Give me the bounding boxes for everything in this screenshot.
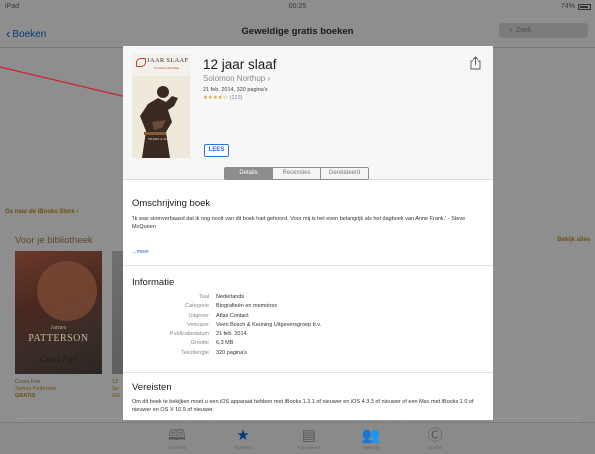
cover-author: Solomon Northup [154, 66, 180, 70]
info-row: Categorie Biografieën en memoires [123, 302, 323, 311]
tab-details[interactable]: Details [225, 168, 273, 179]
info-label: Verkoper [186, 321, 209, 328]
info-row: Verkoper Veen Bosch & Keuning Uitgeversgr… [123, 321, 323, 330]
share-icon[interactable] [470, 56, 481, 70]
info-value: 21 feb. 2014 [216, 331, 247, 338]
info-row: Taal Nederlands [123, 293, 323, 302]
info-row: Uitgever Atlas Contact [123, 312, 323, 321]
info-value: 320 pagina's [216, 349, 248, 356]
info-row: Tekstlengte 320 pagina's [123, 349, 323, 358]
cover-title: JAAR SLAAF [147, 57, 189, 64]
requirements-text: Om dit boek te bekijken moet u een iOS a… [132, 399, 474, 413]
description-text: 'Ik was stomverbaasd dat ik nog nooit va… [132, 216, 466, 230]
tab-related[interactable]: Gerelateerd [321, 168, 368, 179]
book-title: 12 jaar slaaf [203, 57, 277, 72]
divider [123, 372, 493, 373]
publisher-logo-icon [136, 58, 146, 67]
info-label: Categorie [185, 303, 209, 310]
more-link[interactable]: ...meer [132, 249, 149, 255]
info-value: Atlas Contact [216, 312, 249, 319]
book-detail-modal: JAAR SLAAF Solomon Northup YEARS A SLAVE… [123, 46, 493, 420]
rating-stars: ★★★★☆ [203, 95, 228, 101]
info-value: 6,3 MB [216, 340, 234, 347]
book-rating: ★★★★☆ (123) [203, 95, 243, 101]
info-value: Biografieën en memoires [216, 303, 278, 310]
info-row: Publicatiedatum 21 feb. 2014 [123, 330, 323, 339]
read-button[interactable]: LEES [204, 144, 229, 157]
info-label: Publicatiedatum [169, 331, 209, 338]
svg-text:YEARS A SLAVE: YEARS A SLAVE [148, 137, 174, 141]
requirements-heading: Vereisten [132, 382, 172, 393]
details-tabs: Details Recensies Gerelateerd [224, 167, 369, 180]
book-date-pages: 21 feb. 2014, 320 pagina's [203, 87, 268, 93]
cover-artwork: YEARS A SLAVE [132, 76, 190, 158]
divider [123, 265, 493, 266]
description-heading: Omschrijving boek [132, 198, 211, 209]
info-label: Tekstlengte [181, 349, 209, 356]
info-value: Veen Bosch & Keuning Uitgeversgroep b.v. [216, 321, 322, 328]
info-table: Taal Nederlands Categorie Biografieën en m… [123, 293, 323, 358]
rating-count: (123) [229, 95, 243, 101]
book-cover: JAAR SLAAF Solomon Northup YEARS A SLAVE [132, 54, 190, 158]
info-label: Grootte [190, 340, 209, 347]
tab-reviews[interactable]: Recensies [273, 168, 321, 179]
info-label: Taal [198, 294, 209, 300]
info-row: Grootte 6,3 MB [123, 339, 323, 348]
info-heading: Informatie [132, 277, 175, 288]
info-label: Uitgever [188, 312, 209, 319]
info-value: Nederlands [216, 294, 245, 300]
modal-header: JAAR SLAAF Solomon Northup YEARS A SLAVE… [123, 46, 493, 180]
book-author-link[interactable]: Solomon Northup › [203, 74, 270, 83]
